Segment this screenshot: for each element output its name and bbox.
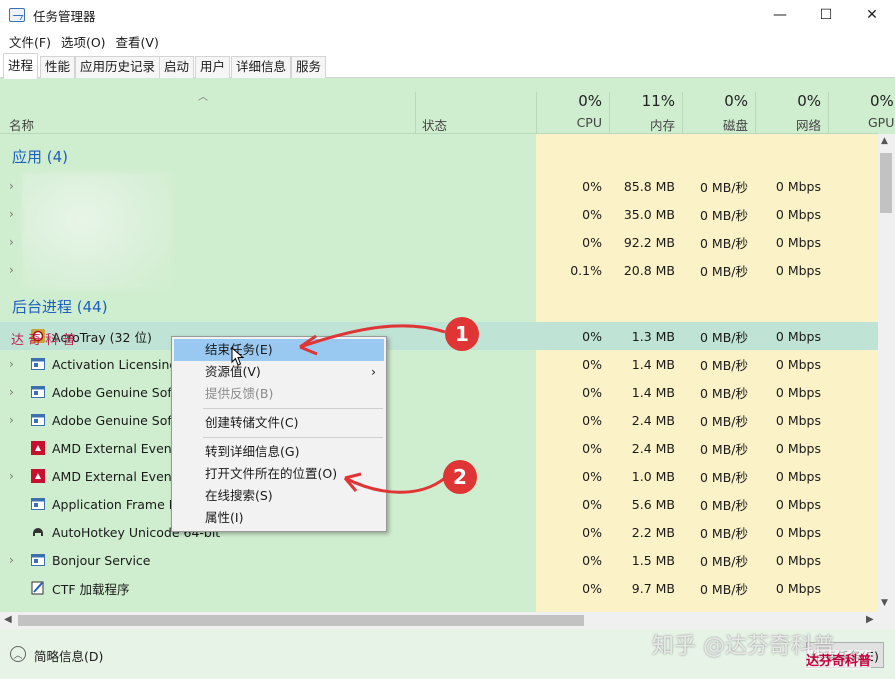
annotation-badge-2: 2: [443, 460, 477, 494]
annotation-badge-1: 1: [445, 317, 479, 351]
tab-processes[interactable]: 进程: [3, 53, 39, 79]
arrow-1: [299, 324, 446, 349]
arrow-2: [344, 476, 446, 494]
